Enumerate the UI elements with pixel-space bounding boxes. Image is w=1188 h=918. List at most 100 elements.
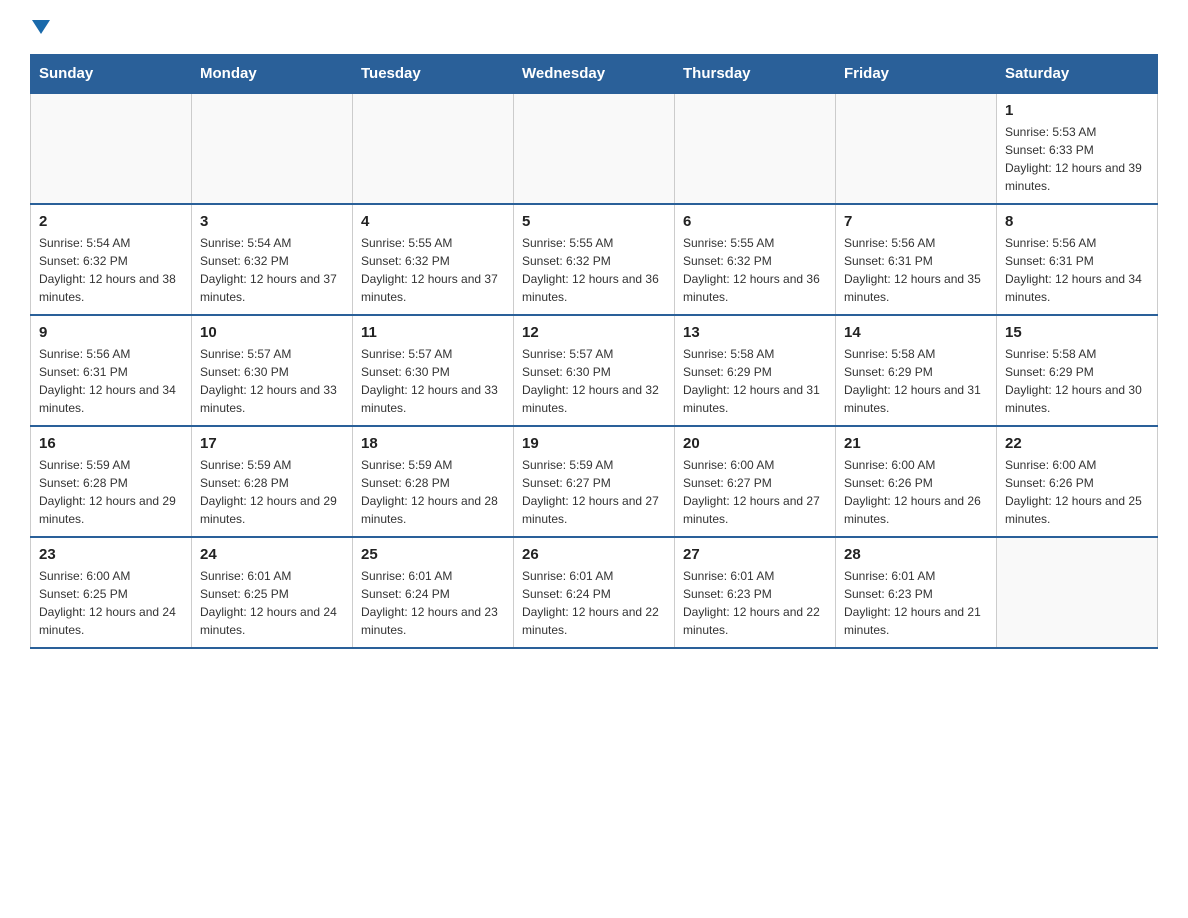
column-header-sunday: Sunday [31,55,192,94]
day-number: 11 [361,324,505,341]
day-info: Sunrise: 5:58 AM Sunset: 6:29 PM Dayligh… [844,345,988,417]
calendar-cell: 13 Sunrise: 5:58 AM Sunset: 6:29 PM Dayli… [675,315,836,426]
day-info: Sunrise: 5:56 AM Sunset: 6:31 PM Dayligh… [844,234,988,306]
calendar-cell: 2 Sunrise: 5:54 AM Sunset: 6:32 PM Daylig… [31,204,192,315]
calendar-cell: 8 Sunrise: 5:56 AM Sunset: 6:31 PM Daylig… [997,204,1158,315]
day-info: Sunrise: 5:59 AM Sunset: 6:28 PM Dayligh… [200,456,344,528]
day-info: Sunrise: 5:59 AM Sunset: 6:28 PM Dayligh… [39,456,183,528]
day-info: Sunrise: 5:57 AM Sunset: 6:30 PM Dayligh… [200,345,344,417]
day-number: 25 [361,546,505,563]
calendar-week-row: 9 Sunrise: 5:56 AM Sunset: 6:31 PM Daylig… [31,315,1158,426]
day-number: 26 [522,546,666,563]
day-info: Sunrise: 5:55 AM Sunset: 6:32 PM Dayligh… [361,234,505,306]
column-header-friday: Friday [836,55,997,94]
day-number: 13 [683,324,827,341]
day-info: Sunrise: 5:58 AM Sunset: 6:29 PM Dayligh… [683,345,827,417]
day-number: 20 [683,435,827,452]
day-info: Sunrise: 6:01 AM Sunset: 6:24 PM Dayligh… [522,567,666,639]
day-info: Sunrise: 6:01 AM Sunset: 6:23 PM Dayligh… [844,567,988,639]
calendar-cell: 21 Sunrise: 6:00 AM Sunset: 6:26 PM Dayli… [836,426,997,537]
day-number: 16 [39,435,183,452]
day-info: Sunrise: 6:01 AM Sunset: 6:23 PM Dayligh… [683,567,827,639]
day-info: Sunrise: 5:54 AM Sunset: 6:32 PM Dayligh… [200,234,344,306]
calendar-table: SundayMondayTuesdayWednesdayThursdayFrid… [30,54,1158,649]
calendar-cell: 17 Sunrise: 5:59 AM Sunset: 6:28 PM Dayli… [192,426,353,537]
column-header-wednesday: Wednesday [514,55,675,94]
calendar-cell [997,537,1158,648]
day-info: Sunrise: 6:01 AM Sunset: 6:25 PM Dayligh… [200,567,344,639]
calendar-cell: 12 Sunrise: 5:57 AM Sunset: 6:30 PM Dayli… [514,315,675,426]
day-info: Sunrise: 5:56 AM Sunset: 6:31 PM Dayligh… [1005,234,1149,306]
calendar-cell: 3 Sunrise: 5:54 AM Sunset: 6:32 PM Daylig… [192,204,353,315]
day-number: 21 [844,435,988,452]
day-info: Sunrise: 5:57 AM Sunset: 6:30 PM Dayligh… [522,345,666,417]
day-info: Sunrise: 6:00 AM Sunset: 6:25 PM Dayligh… [39,567,183,639]
calendar-header-row: SundayMondayTuesdayWednesdayThursdayFrid… [31,55,1158,94]
day-info: Sunrise: 5:54 AM Sunset: 6:32 PM Dayligh… [39,234,183,306]
day-number: 2 [39,213,183,230]
calendar-cell: 7 Sunrise: 5:56 AM Sunset: 6:31 PM Daylig… [836,204,997,315]
calendar-week-row: 16 Sunrise: 5:59 AM Sunset: 6:28 PM Dayli… [31,426,1158,537]
day-number: 28 [844,546,988,563]
page-header [30,20,1158,34]
calendar-cell: 28 Sunrise: 6:01 AM Sunset: 6:23 PM Dayli… [836,537,997,648]
day-number: 3 [200,213,344,230]
calendar-cell [31,93,192,204]
calendar-cell: 22Sunrise: 6:00 AM Sunset: 6:26 PM Dayli… [997,426,1158,537]
day-number: 27 [683,546,827,563]
day-info: Sunrise: 5:55 AM Sunset: 6:32 PM Dayligh… [683,234,827,306]
day-number: 1 [1005,102,1149,119]
column-header-monday: Monday [192,55,353,94]
calendar-cell: 23 Sunrise: 6:00 AM Sunset: 6:25 PM Dayli… [31,537,192,648]
calendar-cell: 1 Sunrise: 5:53 AM Sunset: 6:33 PM Daylig… [997,93,1158,204]
day-info: Sunrise: 5:57 AM Sunset: 6:30 PM Dayligh… [361,345,505,417]
calendar-cell: 20 Sunrise: 6:00 AM Sunset: 6:27 PM Dayli… [675,426,836,537]
day-info: Sunrise: 6:00 AM Sunset: 6:26 PM Dayligh… [1005,456,1149,528]
day-info: Sunrise: 6:00 AM Sunset: 6:26 PM Dayligh… [844,456,988,528]
calendar-cell: 5 Sunrise: 5:55 AM Sunset: 6:32 PM Daylig… [514,204,675,315]
calendar-cell: 14 Sunrise: 5:58 AM Sunset: 6:29 PM Dayli… [836,315,997,426]
day-number: 6 [683,213,827,230]
calendar-cell [836,93,997,204]
calendar-cell: 16 Sunrise: 5:59 AM Sunset: 6:28 PM Dayli… [31,426,192,537]
day-number: 4 [361,213,505,230]
calendar-cell: 15 Sunrise: 5:58 AM Sunset: 6:29 PM Dayli… [997,315,1158,426]
day-number: 9 [39,324,183,341]
day-number: 24 [200,546,344,563]
day-number: 14 [844,324,988,341]
calendar-cell: 25 Sunrise: 6:01 AM Sunset: 6:24 PM Dayli… [353,537,514,648]
day-info: Sunrise: 5:56 AM Sunset: 6:31 PM Dayligh… [39,345,183,417]
calendar-cell: 18Sunrise: 5:59 AM Sunset: 6:28 PM Dayli… [353,426,514,537]
column-header-thursday: Thursday [675,55,836,94]
column-header-saturday: Saturday [997,55,1158,94]
day-number: 7 [844,213,988,230]
day-number: 15 [1005,324,1149,341]
day-info: Sunrise: 5:59 AM Sunset: 6:28 PM Dayligh… [361,456,505,528]
day-info: Sunrise: 6:01 AM Sunset: 6:24 PM Dayligh… [361,567,505,639]
day-info: Sunrise: 5:53 AM Sunset: 6:33 PM Dayligh… [1005,123,1149,195]
day-number: 5 [522,213,666,230]
calendar-cell [514,93,675,204]
calendar-cell: 24 Sunrise: 6:01 AM Sunset: 6:25 PM Dayli… [192,537,353,648]
day-info: Sunrise: 6:00 AM Sunset: 6:27 PM Dayligh… [683,456,827,528]
calendar-week-row: 1 Sunrise: 5:53 AM Sunset: 6:33 PM Daylig… [31,93,1158,204]
calendar-cell: 9 Sunrise: 5:56 AM Sunset: 6:31 PM Daylig… [31,315,192,426]
day-number: 12 [522,324,666,341]
calendar-cell: 26 Sunrise: 6:01 AM Sunset: 6:24 PM Dayli… [514,537,675,648]
day-number: 19 [522,435,666,452]
day-number: 17 [200,435,344,452]
calendar-cell: 19 Sunrise: 5:59 AM Sunset: 6:27 PM Dayli… [514,426,675,537]
day-number: 8 [1005,213,1149,230]
day-number: 23 [39,546,183,563]
logo [30,20,50,34]
calendar-cell: 27 Sunrise: 6:01 AM Sunset: 6:23 PM Dayli… [675,537,836,648]
calendar-cell [675,93,836,204]
calendar-week-row: 2 Sunrise: 5:54 AM Sunset: 6:32 PM Daylig… [31,204,1158,315]
calendar-cell: 6 Sunrise: 5:55 AM Sunset: 6:32 PM Daylig… [675,204,836,315]
calendar-cell [192,93,353,204]
day-info: Sunrise: 5:59 AM Sunset: 6:27 PM Dayligh… [522,456,666,528]
calendar-cell: 10Sunrise: 5:57 AM Sunset: 6:30 PM Dayli… [192,315,353,426]
day-info: Sunrise: 5:58 AM Sunset: 6:29 PM Dayligh… [1005,345,1149,417]
day-info: Sunrise: 5:55 AM Sunset: 6:32 PM Dayligh… [522,234,666,306]
calendar-cell: 4 Sunrise: 5:55 AM Sunset: 6:32 PM Daylig… [353,204,514,315]
